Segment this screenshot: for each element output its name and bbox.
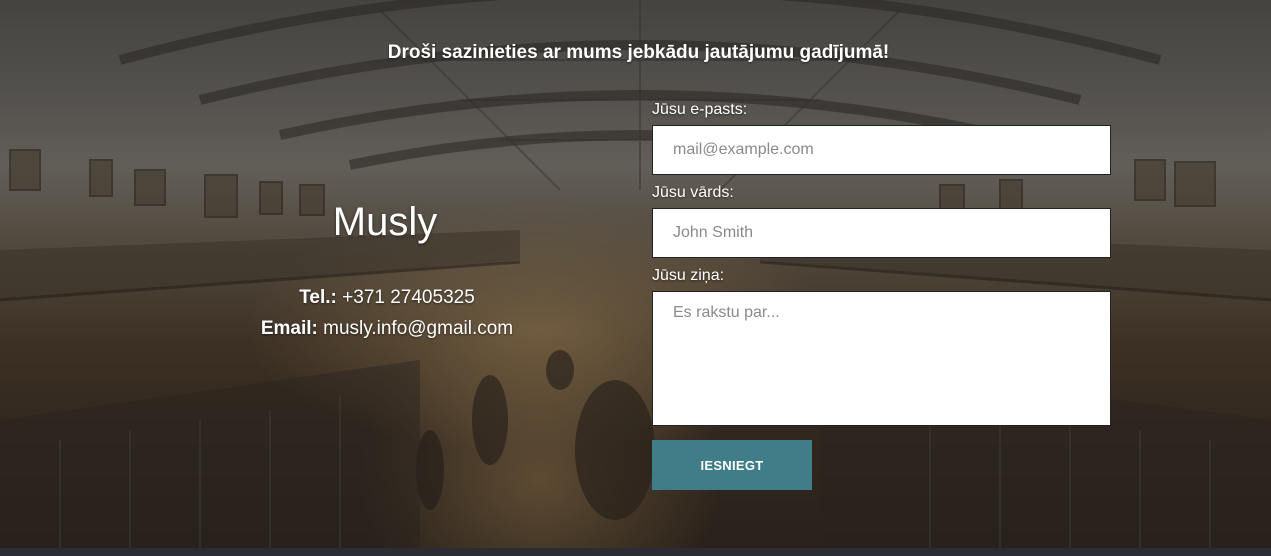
background-overlay — [0, 0, 1271, 556]
name-field[interactable] — [652, 208, 1111, 258]
phone-value: +371 27405325 — [342, 287, 475, 308]
email-field[interactable] — [652, 125, 1111, 175]
section-heading: Droši sazinieties ar mums jebkādu jautāj… — [387, 42, 890, 63]
contact-section: Droši sazinieties ar mums jebkādu jautāj… — [0, 0, 1271, 556]
message-field-label: Jūsu ziņa: — [652, 267, 725, 284]
contact-info: Tel.: +371 27405325 Email: musly.info@gm… — [232, 282, 542, 344]
submit-button[interactable]: IESNIEGT — [652, 440, 812, 490]
email-label: Email: — [260, 318, 318, 339]
email-line: Email: musly.info@gmail.com — [232, 313, 542, 344]
email-value: musly.info@gmail.com — [323, 318, 514, 339]
bottom-strip — [0, 548, 1271, 556]
brand-name: Musly — [332, 200, 438, 244]
email-field-label: Jūsu e-pasts: — [652, 101, 748, 118]
phone-line: Tel.: +371 27405325 — [232, 282, 542, 313]
phone-label: Tel.: — [299, 287, 337, 308]
name-field-label: Jūsu vārds: — [652, 184, 734, 201]
message-field[interactable] — [652, 291, 1111, 426]
